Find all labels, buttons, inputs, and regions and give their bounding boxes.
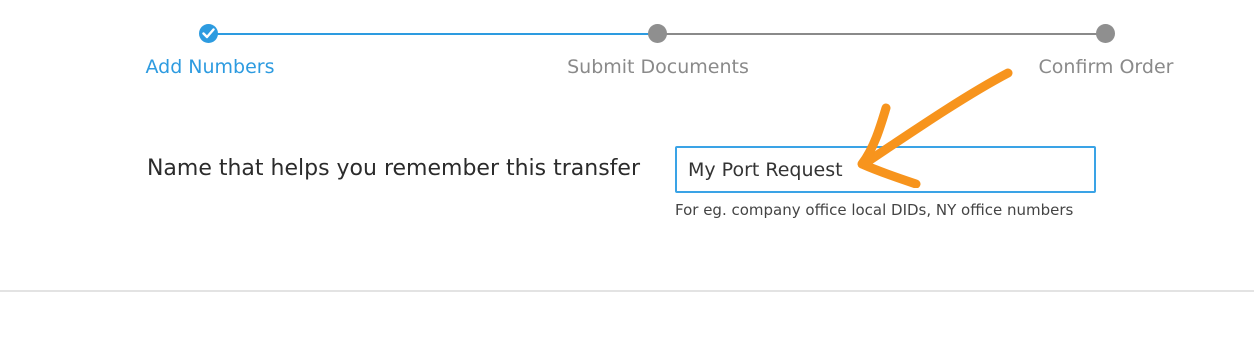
section-divider	[0, 290, 1254, 292]
step-submit-documents-label: Submit Documents	[567, 56, 749, 78]
step-add-numbers-dot	[199, 24, 218, 43]
step-connector-pending	[657, 33, 1105, 35]
checkmark-icon	[202, 28, 215, 39]
step-connector-completed	[210, 33, 657, 35]
progress-stepper: Add Numbers Submit Documents Confirm Ord…	[0, 0, 1254, 100]
step-submit-documents-dot	[648, 24, 667, 43]
step-confirm-order-dot	[1096, 24, 1115, 43]
transfer-name-help-text: For eg. company office local DIDs, NY of…	[675, 201, 1074, 219]
step-add-numbers-label: Add Numbers	[145, 56, 275, 78]
step-confirm-order-label: Confirm Order	[1038, 56, 1174, 78]
transfer-name-input[interactable]	[675, 146, 1096, 193]
transfer-name-label: Name that helps you remember this transf…	[146, 156, 640, 181]
